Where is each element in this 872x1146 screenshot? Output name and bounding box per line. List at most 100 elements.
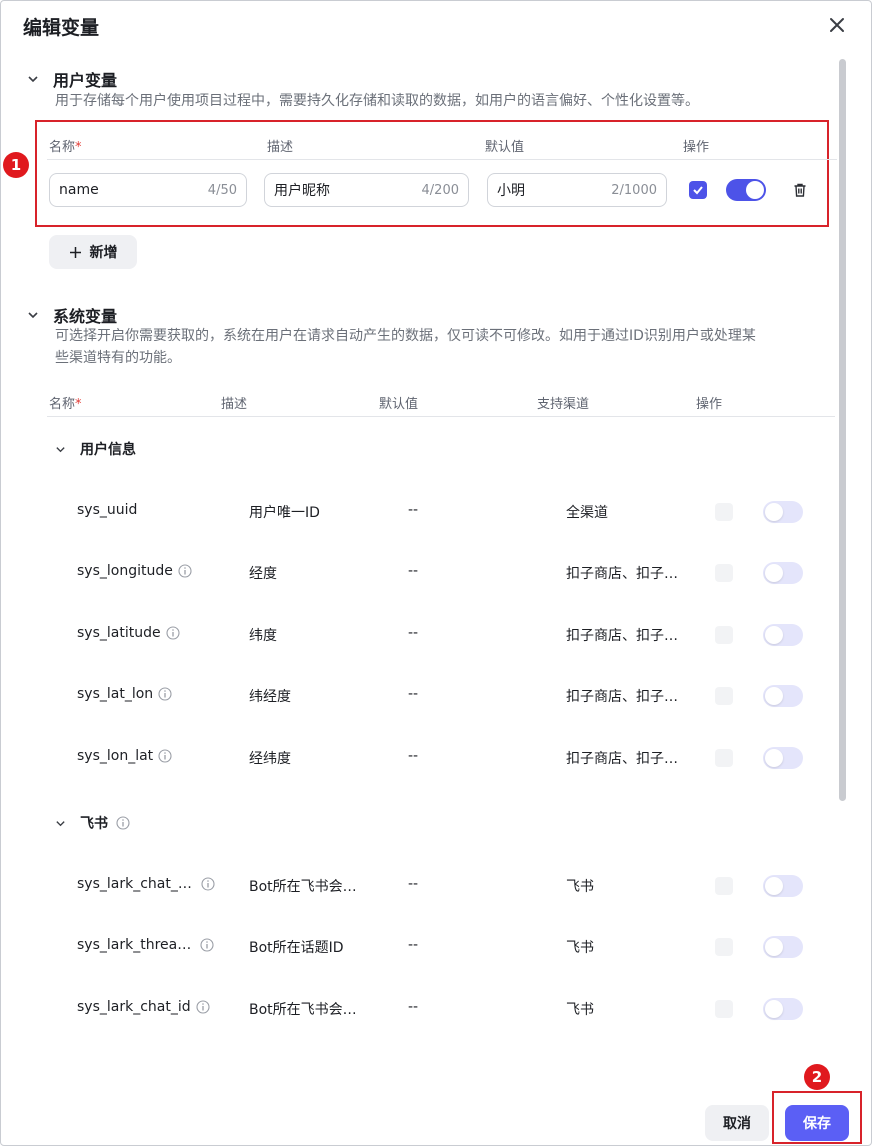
toggle-knob xyxy=(746,181,764,199)
var-channel: 飞书 xyxy=(566,879,594,895)
default-value-input-value: 小明 xyxy=(497,183,525,199)
sys-vars-header[interactable]: 系统变量 xyxy=(27,303,117,327)
info-icon[interactable] xyxy=(178,564,192,578)
name-input[interactable]: name 4/50 xyxy=(49,173,247,207)
user-col-desc: 描述 xyxy=(267,140,294,155)
group-header-user-info[interactable]: 用户信息 xyxy=(55,439,136,459)
default-value-input[interactable]: 小明 2/1000 xyxy=(487,173,667,207)
group-title: 用户信息 xyxy=(80,442,136,458)
var-default: -- xyxy=(408,502,419,518)
var-name: sys_lark_threa… xyxy=(77,937,214,953)
row-toggle[interactable] xyxy=(763,501,803,523)
var-name: sys_lark_chat_id xyxy=(77,999,210,1015)
row-checkbox[interactable] xyxy=(715,938,733,956)
chevron-down-icon xyxy=(56,820,65,826)
name-input-value: name xyxy=(59,182,99,198)
var-channel: 全渠道 xyxy=(566,505,608,521)
row-toggle[interactable] xyxy=(763,562,803,584)
var-default: -- xyxy=(408,625,419,641)
user-vars-description: 用于存储每个用户使用项目过程中，需要持久化存储和读取的数据，如用户的语言偏好、个… xyxy=(55,93,699,109)
var-default: -- xyxy=(408,937,419,953)
user-col-action: 操作 xyxy=(683,140,710,155)
user-vars-title: 用户变量 xyxy=(53,71,118,90)
sys-vars-title: 系统变量 xyxy=(53,307,118,326)
scrollbar[interactable] xyxy=(839,59,846,801)
info-icon[interactable] xyxy=(196,1000,210,1014)
var-description: 纬度 xyxy=(249,628,277,644)
divider xyxy=(47,159,837,160)
var-description: Bot所在飞书会… xyxy=(249,879,357,895)
default-value-char-count: 2/1000 xyxy=(611,182,657,198)
description-input-value: 用户昵称 xyxy=(274,183,330,199)
user-vars-header[interactable]: 用户变量 xyxy=(27,67,117,91)
description-char-count: 4/200 xyxy=(421,182,459,198)
row-checkbox[interactable] xyxy=(715,564,733,582)
chevron-down-icon xyxy=(56,446,65,452)
table-row: sys_lark_chat_id Bot所在飞书会… -- 飞书 xyxy=(1,989,831,1029)
row-checkbox[interactable] xyxy=(715,687,733,705)
sys-col-name: 名称* xyxy=(49,397,82,412)
table-row: sys_lat_lon 纬经度 -- 扣子商店、扣子… xyxy=(1,676,831,716)
sys-col-desc: 描述 xyxy=(221,397,248,412)
row-toggle[interactable] xyxy=(763,936,803,958)
row-toggle[interactable] xyxy=(763,875,803,897)
sys-vars-description-line1: 可选择开启你需要获取的，系统在用户在请求自动产生的数据，仅可读不可修改。如用于通… xyxy=(55,328,756,344)
add-variable-button[interactable]: 新增 xyxy=(49,235,137,269)
description-input[interactable]: 用户昵称 4/200 xyxy=(264,173,469,207)
save-button[interactable]: 保存 xyxy=(785,1105,849,1141)
var-default: -- xyxy=(408,876,419,892)
user-var-checkbox[interactable] xyxy=(689,181,707,199)
var-name: sys_uuid xyxy=(77,502,138,518)
row-toggle[interactable] xyxy=(763,685,803,707)
group-header-lark[interactable]: 飞书 xyxy=(55,813,130,833)
trash-icon[interactable] xyxy=(792,182,808,198)
var-description: Bot所在话题ID xyxy=(249,940,344,956)
info-icon[interactable] xyxy=(116,816,130,830)
var-channel: 飞书 xyxy=(566,1002,594,1018)
var-description: Bot所在飞书会… xyxy=(249,1002,357,1018)
var-default: -- xyxy=(408,563,419,579)
sys-col-action: 操作 xyxy=(696,397,723,412)
check-icon xyxy=(693,186,703,195)
var-channel: 扣子商店、扣子… xyxy=(566,751,678,767)
user-col-name: 名称* xyxy=(49,140,82,155)
name-char-count: 4/50 xyxy=(207,182,237,198)
edit-variables-dialog: 编辑变量 用户变量 用于存储每个用户使用项目过程中，需要持久化存储和读取的数据，… xyxy=(0,0,872,1146)
var-channel: 扣子商店、扣子… xyxy=(566,628,678,644)
sys-vars-description-line2: 些渠道特有的功能。 xyxy=(55,350,181,366)
info-icon[interactable] xyxy=(158,687,172,701)
info-icon[interactable] xyxy=(200,938,214,952)
sys-col-channel: 支持渠道 xyxy=(537,397,590,412)
plus-icon xyxy=(69,246,81,258)
row-checkbox[interactable] xyxy=(715,1000,733,1018)
info-icon[interactable] xyxy=(201,877,215,891)
var-description: 纬经度 xyxy=(249,689,291,705)
add-variable-label: 新增 xyxy=(89,245,118,261)
dialog-title: 编辑变量 xyxy=(23,17,100,39)
var-name: sys_lark_chat_… xyxy=(77,876,215,892)
row-toggle[interactable] xyxy=(763,998,803,1020)
step-marker-1: 1 xyxy=(3,152,29,178)
var-name: sys_latitude xyxy=(77,625,180,641)
var-default: -- xyxy=(408,748,419,764)
row-toggle[interactable] xyxy=(763,624,803,646)
var-name: sys_lat_lon xyxy=(77,686,172,702)
row-checkbox[interactable] xyxy=(715,749,733,767)
step-marker-2: 2 xyxy=(804,1064,830,1090)
info-icon[interactable] xyxy=(166,626,180,640)
user-col-default: 默认值 xyxy=(485,140,525,155)
table-row: sys_lon_lat 经纬度 -- 扣子商店、扣子… xyxy=(1,738,831,778)
row-toggle[interactable] xyxy=(763,747,803,769)
var-description: 经度 xyxy=(249,566,277,582)
row-checkbox[interactable] xyxy=(715,503,733,521)
close-icon[interactable] xyxy=(827,15,847,35)
row-checkbox[interactable] xyxy=(715,877,733,895)
info-icon[interactable] xyxy=(158,749,172,763)
var-default: -- xyxy=(408,686,419,702)
user-var-toggle[interactable] xyxy=(726,179,766,201)
cancel-button[interactable]: 取消 xyxy=(705,1105,769,1141)
table-row: sys_longitude 经度 -- 扣子商店、扣子… xyxy=(1,553,831,593)
row-checkbox[interactable] xyxy=(715,626,733,644)
var-channel: 扣子商店、扣子… xyxy=(566,689,678,705)
var-description: 经纬度 xyxy=(249,751,291,767)
